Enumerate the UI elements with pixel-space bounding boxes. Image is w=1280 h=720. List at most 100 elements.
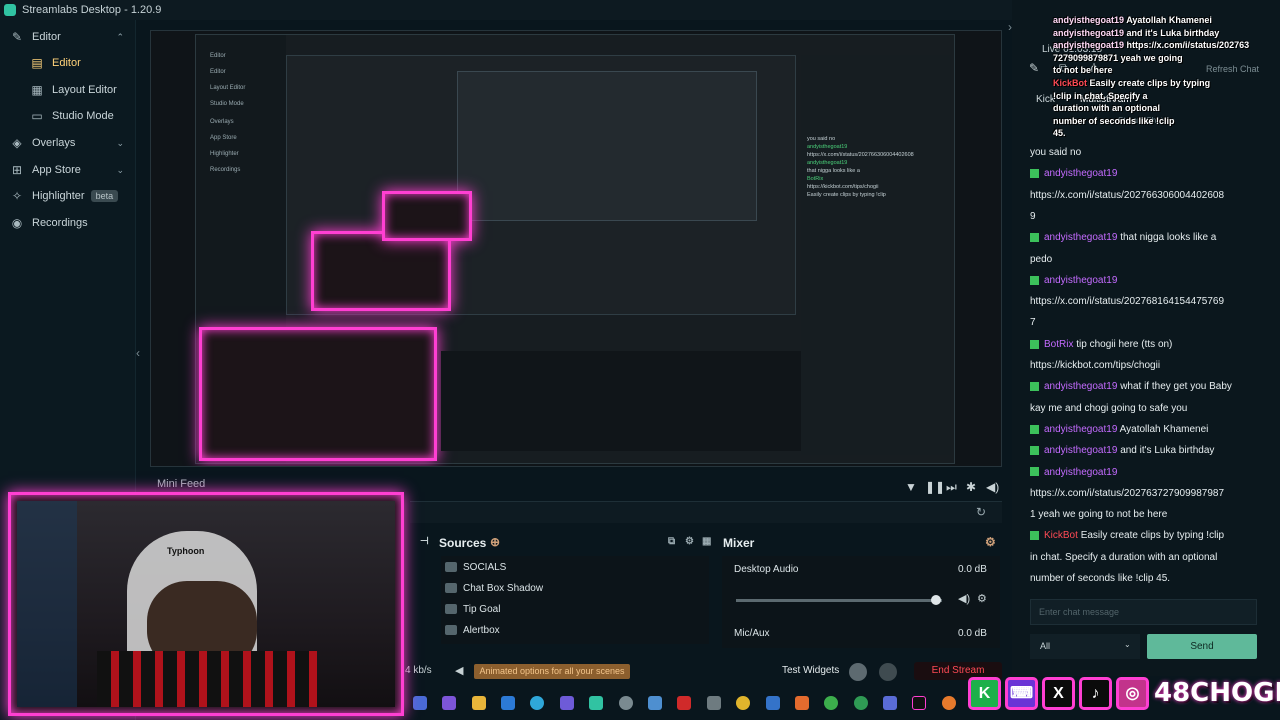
- nested-chat-line: https://kickbot.com/tips/chogii: [807, 184, 879, 190]
- source-label: SOCIALS: [463, 561, 507, 573]
- source-folder-icon[interactable]: ⧉: [668, 536, 675, 547]
- nested-sidebar-label: App Store: [210, 135, 237, 141]
- overlay-chat-line: duration with an optional: [1053, 103, 1160, 114]
- sidebar-item-studio-mode[interactable]: ▭ Studio Mode: [0, 103, 136, 129]
- chat-text: that nigga looks like a: [1120, 232, 1217, 244]
- chat-message: in chat. Specify a duration with an opti…: [1030, 547, 1217, 568]
- pause-icon[interactable]: ❚❚: [925, 480, 945, 494]
- chat-username[interactable]: KickBot: [1044, 530, 1078, 541]
- mixer-panel: Desktop Audio 0.0 dB ◀) ⚙ Mic/Aux 0.0 dB: [722, 556, 1000, 648]
- taskbar-streamlabs-icon[interactable]: [589, 696, 603, 710]
- replay-button-icon[interactable]: [879, 663, 897, 681]
- refresh-icon[interactable]: ↻: [976, 505, 986, 519]
- channel-settings-icon[interactable]: ⚙: [977, 592, 987, 605]
- sidebar-item-label: Recordings: [32, 217, 88, 229]
- taskbar-app-icon[interactable]: [413, 696, 427, 710]
- sidebar-item-recordings[interactable]: ◉ Recordings: [0, 210, 136, 236]
- taskbar-app-icon[interactable]: [824, 696, 838, 710]
- nested-sidebar-label: Editor: [210, 69, 226, 75]
- source-label: Alertbox: [463, 624, 500, 636]
- chat-filter-select[interactable]: All ⌄: [1030, 634, 1140, 659]
- taskbar-brave-icon[interactable]: [795, 696, 809, 710]
- sidebar-item-editor-group[interactable]: ✎ Editor ⌃: [0, 24, 136, 50]
- studio-icon[interactable]: ✱: [966, 480, 976, 494]
- taskbar: [405, 692, 965, 716]
- source-layout-icon[interactable]: ▦: [702, 536, 711, 547]
- collapse-left-icon[interactable]: ‹: [136, 346, 140, 360]
- stream-preview[interactable]: Editor Editor Layout Editor Studio Mode …: [150, 30, 1002, 467]
- chat-username[interactable]: andyisthegoat19: [1044, 381, 1117, 392]
- test-widgets-button[interactable]: Test Widgets: [782, 665, 839, 676]
- chat-username[interactable]: andyisthegoat19: [1044, 445, 1117, 456]
- mixer-title: Mixer: [723, 536, 755, 550]
- chat-text: and it's Luka birthday: [1120, 445, 1215, 457]
- chat-message: pedo: [1030, 249, 1052, 270]
- source-item[interactable]: Tip Goal: [445, 599, 500, 619]
- overlay-chat-line: KickBot Easily create clips by typing: [1053, 77, 1211, 88]
- pencil-icon[interactable]: ✎: [1029, 61, 1039, 75]
- webcam-feed: Typhoon: [17, 501, 395, 707]
- next-icon[interactable]: ⏭: [946, 480, 957, 495]
- notification-icon[interactable]: ◀: [455, 664, 463, 677]
- taskbar-netflix-icon[interactable]: [677, 696, 691, 710]
- nested-chat-name: andyisthegoat19: [807, 160, 848, 166]
- taskbar-tiktok-icon[interactable]: [912, 696, 926, 710]
- chat-message: andyisthegoat19 Ayatollah Khamenei: [1030, 419, 1208, 440]
- taskbar-discord-icon[interactable]: [560, 696, 574, 710]
- taskbar-store-icon[interactable]: [501, 696, 515, 710]
- sidebar-item-highlighter[interactable]: ✧ Highlighter beta: [0, 183, 136, 209]
- sidebar-item-overlays[interactable]: ◈ Overlays ⌄: [0, 130, 136, 156]
- chat-text: you said no: [1030, 147, 1082, 158]
- send-button[interactable]: Send: [1147, 634, 1257, 659]
- source-item[interactable]: SOCIALS: [445, 557, 506, 577]
- nested-chat-name: andyisthegoat19: [807, 144, 848, 150]
- nested-cam-frame: [311, 231, 451, 311]
- chat-message: BotRix tip chogii here (tts on): [1030, 334, 1172, 355]
- source-item[interactable]: Alertbox: [445, 620, 500, 640]
- taskbar-app-icon[interactable]: [442, 696, 456, 710]
- taskbar-folder-icon[interactable]: [472, 696, 486, 710]
- kick-badge-icon: [1030, 275, 1039, 285]
- filter-icon[interactable]: ▼: [905, 480, 917, 494]
- kick-badge-icon: [1030, 233, 1039, 243]
- nested-chat-name: BotRix: [807, 176, 824, 182]
- chat-username[interactable]: andyisthegoat19: [1044, 424, 1117, 435]
- overlay-chat-line: andyisthegoat19 Ayatollah Khamenei: [1053, 15, 1212, 25]
- chat-username[interactable]: andyisthegoat19: [1044, 168, 1117, 179]
- sidebar-item-editor[interactable]: ▤ Editor: [0, 50, 136, 76]
- chat-username[interactable]: andyisthegoat19: [1044, 467, 1117, 478]
- volume-icon[interactable]: ◀): [986, 480, 999, 494]
- nested-sidebar-label: Studio Mode: [210, 101, 244, 107]
- chat-username[interactable]: BotRix: [1044, 339, 1073, 350]
- mixer-settings-icon[interactable]: ⚙: [985, 535, 996, 549]
- add-source-icon[interactable]: ⊕: [490, 535, 500, 549]
- chat-message: andyisthegoat19: [1030, 163, 1117, 184]
- chat-username[interactable]: andyisthegoat19: [1044, 275, 1117, 286]
- slider-knob[interactable]: [930, 595, 941, 605]
- taskbar-app-icon[interactable]: [854, 696, 868, 710]
- sidebar-item-app-store[interactable]: ⊞ App Store ⌄: [0, 157, 136, 183]
- taskbar-edge-icon[interactable]: [530, 696, 544, 710]
- source-item[interactable]: Chat Box Shadow: [445, 578, 543, 598]
- chat-username[interactable]: andyisthegoat19: [1044, 232, 1117, 243]
- taskbar-app-icon[interactable]: [766, 696, 780, 710]
- source-settings-icon[interactable]: ⚙: [685, 536, 694, 547]
- taskbar-firefox-icon[interactable]: [942, 696, 956, 710]
- taskbar-app-icon[interactable]: [883, 696, 897, 710]
- overlays-icon: ◈: [12, 136, 22, 150]
- record-button-icon[interactable]: [849, 663, 867, 681]
- taskbar-app-icon[interactable]: [707, 696, 721, 710]
- speaker-icon[interactable]: ◀): [958, 592, 970, 605]
- taskbar-chrome-icon[interactable]: [736, 696, 750, 710]
- chat-text: Easily create clips by typing !clip: [1080, 530, 1225, 542]
- desktop-audio-slider[interactable]: [736, 599, 942, 602]
- sidebar-item-layout-editor[interactable]: ▦ Layout Editor: [0, 77, 136, 103]
- chair-brand: Typhoon: [167, 546, 205, 556]
- taskbar-app-icon[interactable]: [648, 696, 662, 710]
- chat-input[interactable]: Enter chat message: [1030, 599, 1257, 625]
- taskbar-app-icon[interactable]: [619, 696, 633, 710]
- bitrate-label: 4 kb/s: [405, 665, 432, 676]
- chat-text: kay me and chogi going to safe you: [1030, 402, 1188, 414]
- nested-chat-line: that nigga looks like a: [807, 168, 860, 174]
- animated-options-banner[interactable]: Animated options for all your scenes: [474, 664, 630, 679]
